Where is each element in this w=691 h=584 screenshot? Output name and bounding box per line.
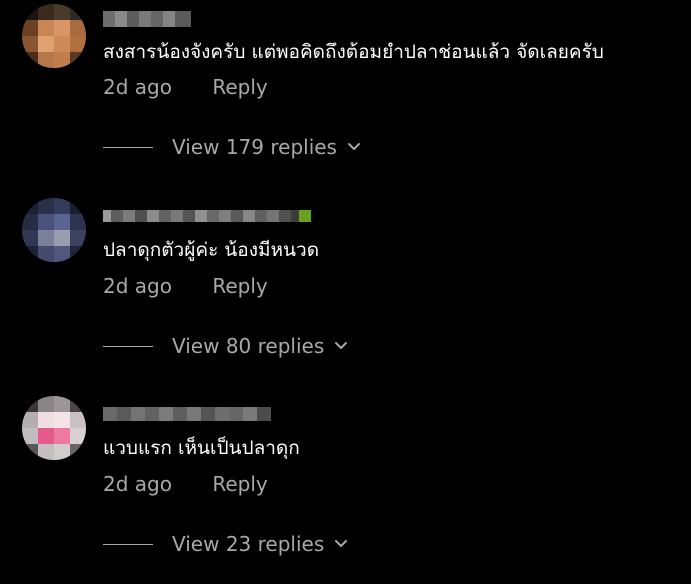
avatar-image xyxy=(22,4,86,68)
view-replies-button[interactable]: View 80 replies xyxy=(103,332,348,360)
divider xyxy=(103,146,153,148)
chevron-down-icon xyxy=(334,341,348,351)
timestamp: 2d ago xyxy=(103,75,172,99)
comment-meta: 2d ago Reply xyxy=(103,274,268,298)
comment-meta: 2d ago Reply xyxy=(103,75,268,99)
view-replies-label: View 23 replies xyxy=(172,532,325,556)
comment-text: ปลาดุกตัวผู้ค่ะ น้องมีหนวด xyxy=(103,239,320,261)
avatar[interactable] xyxy=(22,396,86,460)
username-image xyxy=(103,11,191,27)
timestamp: 2d ago xyxy=(103,274,172,298)
divider xyxy=(103,345,153,347)
comment-item: สงสารน้องจังครับ แต่พอคิดถึงต้อมยำปลาช่อ… xyxy=(0,0,691,200)
divider xyxy=(103,543,153,545)
reply-button[interactable]: Reply xyxy=(212,472,267,496)
view-replies-button[interactable]: View 23 replies xyxy=(103,530,348,558)
avatar[interactable] xyxy=(22,4,86,68)
username-image xyxy=(103,210,311,222)
view-replies-label: View 179 replies xyxy=(172,135,337,159)
avatar-image xyxy=(22,396,86,460)
timestamp: 2d ago xyxy=(103,472,172,496)
comment-text: สงสารน้องจังครับ แต่พอคิดถึงต้อมยำปลาช่อ… xyxy=(103,41,604,63)
view-replies-label: View 80 replies xyxy=(172,334,325,358)
username[interactable] xyxy=(103,9,193,29)
comment-item: ปลาดุกตัวผู้ค่ะ น้องมีหนวด 2d ago Reply … xyxy=(0,196,691,396)
username[interactable] xyxy=(103,206,319,226)
chevron-down-icon xyxy=(334,539,348,549)
comment-meta: 2d ago Reply xyxy=(103,472,268,496)
avatar[interactable] xyxy=(22,198,86,262)
username[interactable] xyxy=(103,404,273,424)
username-image xyxy=(103,407,271,421)
avatar-image xyxy=(22,198,86,262)
reply-button[interactable]: Reply xyxy=(212,75,267,99)
comment-text: แวบแรก เห็นเป็นปลาดุก xyxy=(103,437,300,459)
chevron-down-icon xyxy=(347,142,361,152)
view-replies-button[interactable]: View 179 replies xyxy=(103,133,361,161)
reply-button[interactable]: Reply xyxy=(212,274,267,298)
comment-item: แวบแรก เห็นเป็นปลาดุก 2d ago Reply View … xyxy=(0,396,691,584)
